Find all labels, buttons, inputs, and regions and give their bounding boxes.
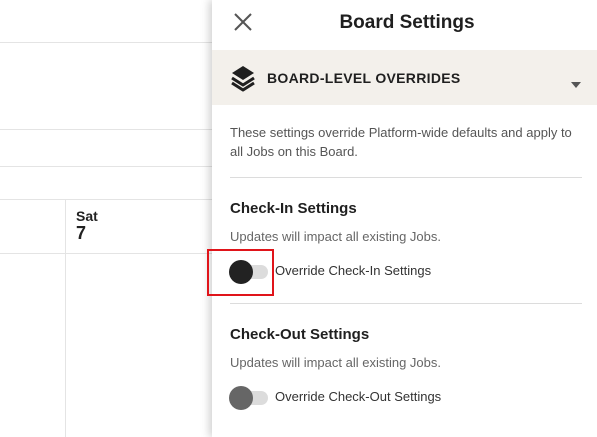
toggle-knob: [229, 386, 253, 410]
calendar-background: Sat 7: [0, 0, 213, 437]
checkout-settings-title: Check-Out Settings: [230, 326, 370, 343]
calendar-day-header[interactable]: Sat 7: [76, 209, 98, 242]
toggle-knob: [229, 260, 253, 284]
divider: [230, 177, 582, 178]
close-icon[interactable]: [232, 11, 254, 33]
calendar-column-divider: [65, 200, 66, 437]
board-settings-drawer: Board Settings BOARD-LEVEL OVERRIDES The…: [212, 0, 597, 437]
toggle-label: Override Check-Out Settings: [275, 389, 442, 404]
section-label: BOARD-LEVEL OVERRIDES: [267, 70, 461, 86]
calendar-gridline: [0, 253, 213, 254]
calendar-gridline: [0, 166, 213, 167]
caret-down-icon: [571, 75, 581, 88]
layers-icon: [230, 64, 256, 92]
drawer-header: Board Settings: [212, 0, 597, 47]
divider: [230, 303, 582, 304]
day-name: Sat: [76, 208, 98, 224]
day-number: 7: [76, 223, 87, 243]
checkout-settings-subtitle: Updates will impact all existing Jobs.: [230, 355, 441, 370]
calendar-gridline: [0, 199, 213, 200]
checkin-settings-subtitle: Updates will impact all existing Jobs.: [230, 229, 441, 244]
calendar-gridline: [0, 42, 213, 43]
drawer-title: Board Settings: [339, 12, 475, 33]
toggle-label: Override Check-In Settings: [275, 263, 432, 278]
calendar-gridline: [0, 129, 213, 130]
overrides-description: These settings override Platform-wide de…: [230, 125, 572, 159]
board-level-overrides-accordion[interactable]: BOARD-LEVEL OVERRIDES: [212, 50, 597, 105]
checkin-settings-title: Check-In Settings: [230, 200, 357, 217]
